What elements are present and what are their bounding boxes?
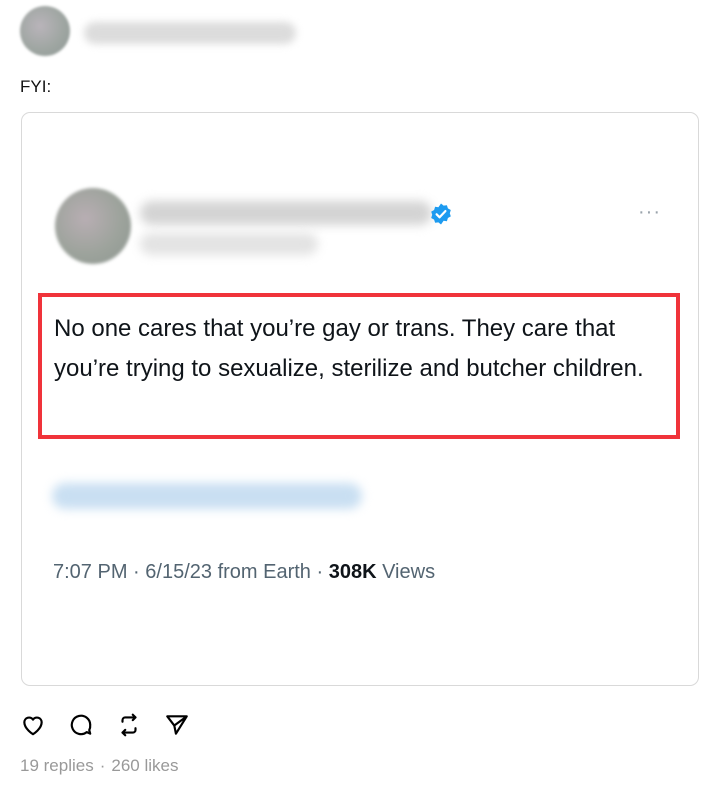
tweet-views-count: 308K bbox=[328, 561, 377, 583]
tweet-views-label: Views bbox=[382, 561, 436, 583]
embedded-tweet-card[interactable]: ··· No one cares that you’re gay or tran… bbox=[21, 112, 699, 686]
hashtag-blurred bbox=[52, 483, 362, 509]
post-caption: FYI: bbox=[20, 77, 52, 96]
author-avatar[interactable] bbox=[20, 6, 70, 56]
post-actions bbox=[20, 712, 190, 738]
tweet-text: No one cares that you’re gay or trans. T… bbox=[54, 315, 644, 382]
verified-badge-icon bbox=[429, 202, 453, 226]
tweet-date: 6/15/23 bbox=[145, 561, 212, 583]
tweet-author-name-blurred bbox=[140, 201, 432, 225]
tweet-meta: 7:07 PM · 6/15/23 from Earth · 308K View… bbox=[53, 561, 436, 583]
replies-count[interactable]: 19 replies bbox=[20, 756, 94, 775]
tweet-author-avatar bbox=[55, 188, 131, 264]
post-stats: 19 replies · 260 likes bbox=[20, 756, 179, 775]
tweet-author-handle-blurred bbox=[140, 233, 318, 255]
tweet-time: 7:07 PM bbox=[53, 561, 128, 583]
tweet-source: from Earth bbox=[217, 561, 311, 583]
send-icon[interactable] bbox=[164, 712, 190, 738]
heart-icon[interactable] bbox=[20, 712, 46, 738]
more-options-icon[interactable]: ··· bbox=[638, 201, 661, 224]
repost-icon[interactable] bbox=[116, 712, 142, 738]
likes-count[interactable]: 260 likes bbox=[111, 756, 178, 775]
author-name-blurred[interactable] bbox=[84, 22, 296, 44]
comment-icon[interactable] bbox=[68, 712, 94, 738]
